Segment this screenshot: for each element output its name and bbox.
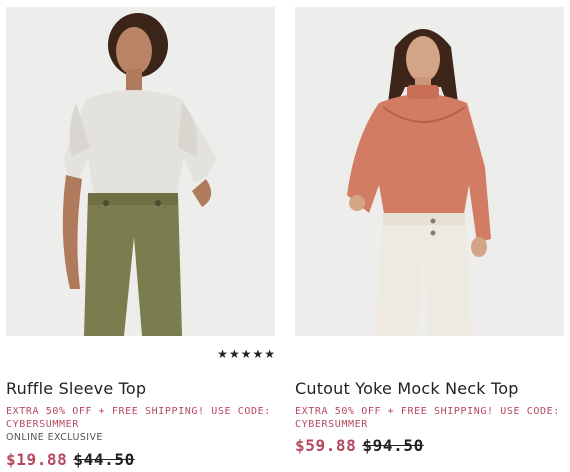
promo-text: EXTRA 50% OFF + FREE SHIPPING! USE CODE:… bbox=[6, 406, 271, 430]
promo-text: EXTRA 50% OFF + FREE SHIPPING! USE CODE:… bbox=[295, 406, 560, 430]
sale-price: $19.88 bbox=[6, 450, 68, 469]
star-icon: ★ bbox=[264, 347, 275, 361]
model-photo-icon bbox=[6, 7, 275, 336]
star-icon: ★ bbox=[228, 347, 240, 361]
rating-stars: ★ ★ ★ ★ ★ bbox=[217, 348, 275, 360]
online-exclusive-badge: ONLINE EXCLUSIVE bbox=[6, 432, 103, 443]
sale-price: $59.88 bbox=[295, 436, 357, 455]
price-row: $19.88 $44.50 bbox=[6, 450, 135, 469]
model-photo-icon bbox=[295, 7, 564, 336]
product-image[interactable] bbox=[6, 7, 275, 336]
original-price: $94.50 bbox=[362, 436, 424, 455]
star-icon: ★ bbox=[217, 347, 228, 361]
product-name[interactable]: Ruffle Sleeve Top bbox=[6, 379, 146, 398]
star-icon: ★ bbox=[240, 347, 252, 361]
star-icon: ★ bbox=[252, 347, 264, 361]
product-image[interactable] bbox=[295, 7, 564, 336]
original-price: $44.50 bbox=[73, 450, 135, 469]
price-row: $59.88 $94.50 bbox=[295, 436, 424, 455]
product-name[interactable]: Cutout Yoke Mock Neck Top bbox=[295, 379, 519, 398]
